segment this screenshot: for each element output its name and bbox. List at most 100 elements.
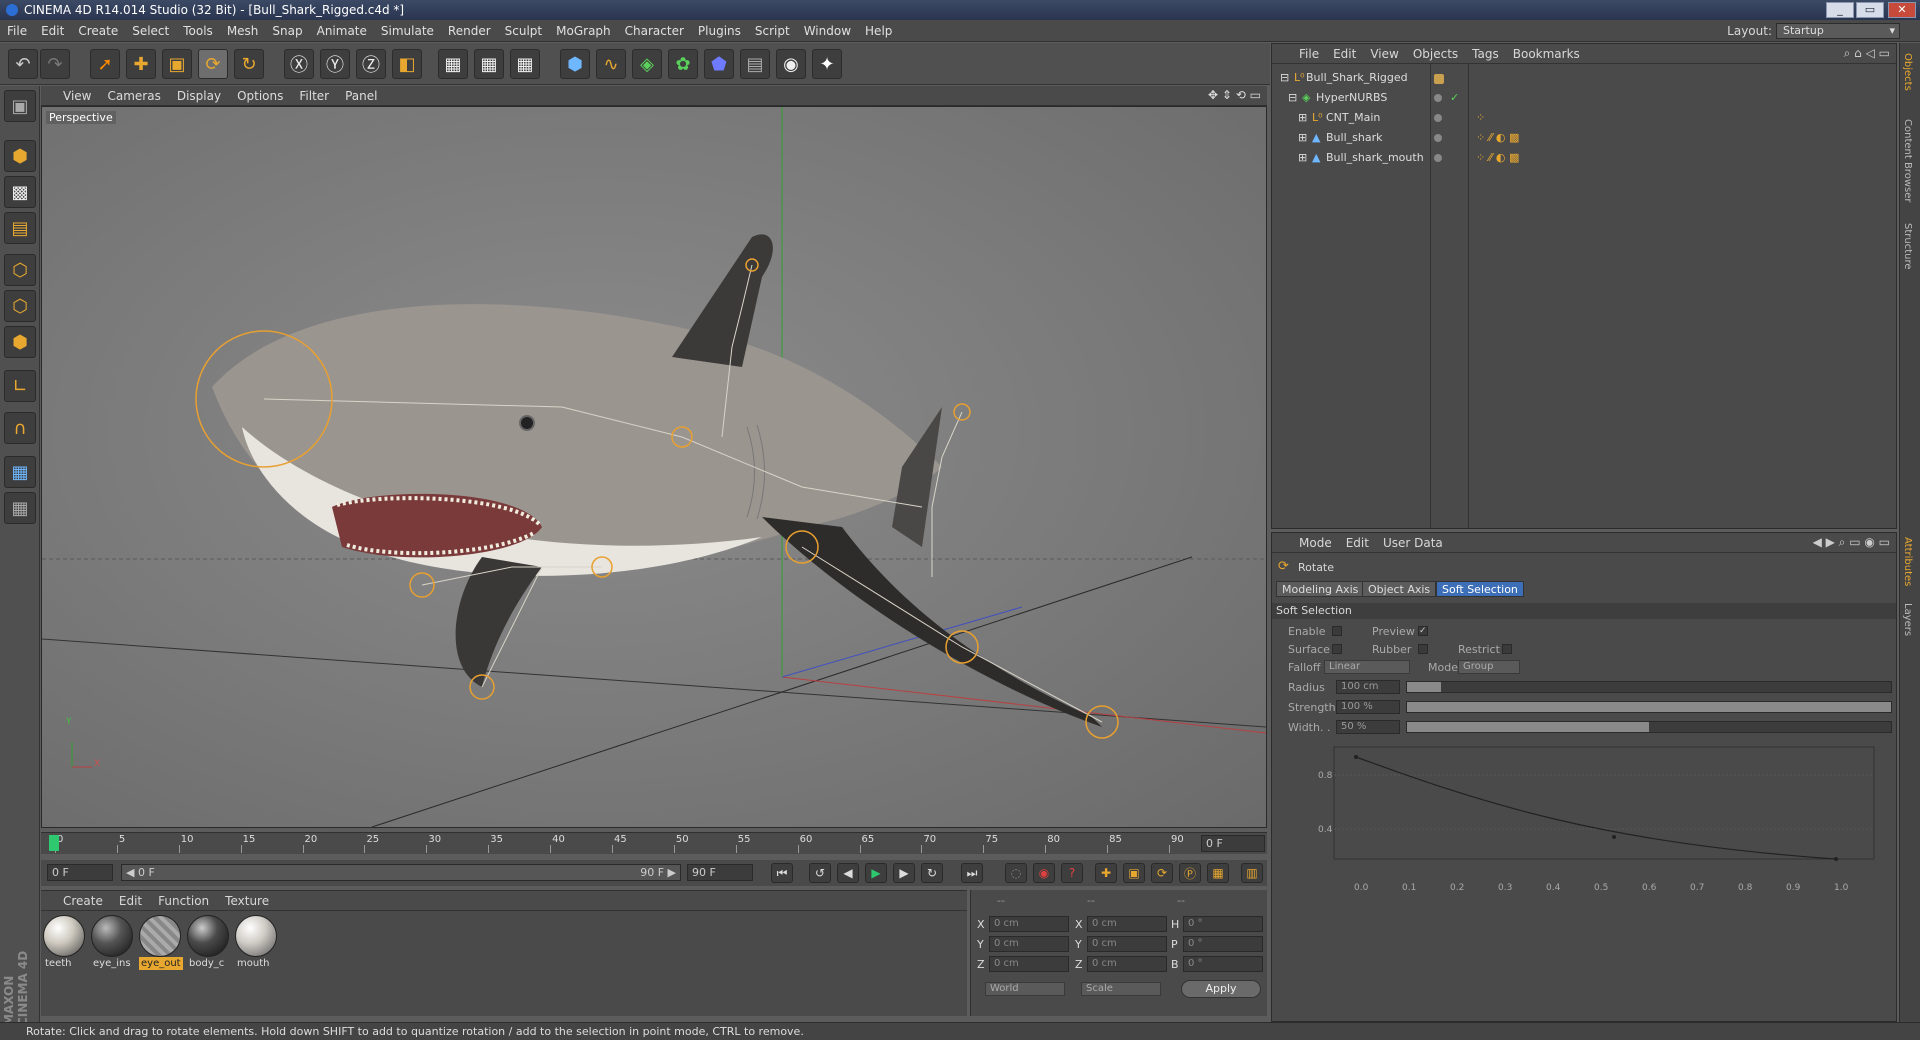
z-axis-lock-icon[interactable]: Ⓩ [356,49,386,79]
camera-icon[interactable]: ◉ [776,49,806,79]
end-frame-field[interactable]: 90 F [687,864,753,881]
recent-tool-icon[interactable]: ↻ [234,49,264,79]
tag-icons[interactable]: ⁘ ⁄⁄ ◐ ▩ [1476,151,1519,164]
radius-slider[interactable] [1406,681,1892,693]
object-menu-edit[interactable]: Edit [1326,44,1363,64]
material-menu-create[interactable]: Create [55,891,111,911]
coord-y-position[interactable]: 0 cm [989,936,1069,952]
restrict-checkbox[interactable] [1502,644,1512,654]
axis-mode-icon[interactable]: ∟ [4,370,36,402]
record-keys-icon[interactable]: ◌ [1005,863,1027,883]
menu-select[interactable]: Select [125,20,176,42]
redo-icon[interactable]: ↷ [40,49,70,79]
object-search-icon[interactable]: ⌕ ⌂ ◁ ▭ [1844,46,1890,61]
menu-mesh[interactable]: Mesh [220,20,266,42]
visibility-dot-icon[interactable] [1434,94,1442,102]
range-slider[interactable]: ◀ 0 F 90 F ▶ [121,864,681,881]
model-mode-icon[interactable]: ⬢ [4,140,36,172]
goto-end-icon[interactable]: ⏭ [961,863,983,883]
render-to-picture-viewer-icon[interactable]: ▦ [474,49,504,79]
layer-color-icon[interactable] [1434,74,1444,84]
nurbs-icon[interactable]: ◈ [632,49,662,79]
tag-icons[interactable]: ⁘ ⁄⁄ ◐ ▩ [1476,131,1519,144]
falloff-dropdown[interactable]: Linear [1324,660,1410,674]
menu-mograph[interactable]: MoGraph [549,20,618,42]
menu-script[interactable]: Script [748,20,797,42]
material-teeth[interactable]: teeth [43,915,87,973]
edges-mode-icon[interactable]: ⬡ [4,290,36,322]
menu-render[interactable]: Render [441,20,498,42]
enabled-check-icon[interactable]: ✓ [1450,91,1459,104]
deformer-icon[interactable]: ⬟ [704,49,734,79]
width-field[interactable]: 50 % [1336,720,1400,734]
object-menu-objects[interactable]: Objects [1406,44,1465,64]
tab-layers-vertical[interactable]: Layers [1902,603,1913,636]
tab-attributes-vertical[interactable]: Attributes [1902,537,1913,586]
next-frame-icon[interactable]: ▶ [893,863,915,883]
coord-x-position[interactable]: 0 cm [989,916,1069,932]
scale-tool-icon[interactable]: ▣ [162,49,192,79]
attribute-menu-user-data[interactable]: User Data [1376,533,1450,553]
menu-tools[interactable]: Tools [176,20,220,42]
next-key-icon[interactable]: ↻ [921,863,943,883]
scene-floor-icon[interactable]: ▤ [740,49,770,79]
start-frame-field[interactable]: 0 F [47,864,113,881]
menu-sculpt[interactable]: Sculpt [498,20,549,42]
enable-checkbox[interactable] [1332,626,1342,636]
workplane-mode-icon[interactable]: ▤ [4,212,36,244]
tab-content-browser-vertical[interactable]: Content Browser [1902,119,1913,202]
goto-start-icon[interactable]: ⏮ [771,863,793,883]
live-selection-icon[interactable]: ➚ [90,49,120,79]
width-slider[interactable] [1406,721,1892,733]
current-frame-field[interactable]: 0 F [1201,835,1265,852]
menu-plugins[interactable]: Plugins [691,20,748,42]
prev-key-icon[interactable]: ↺ [809,863,831,883]
close-button[interactable]: ✕ [1888,2,1916,18]
tab-object-axis[interactable]: Object Axis [1362,581,1437,597]
key-scale-icon[interactable]: ▣ [1123,863,1145,883]
attribute-nav-icons[interactable]: ◀ ▶ ⌕ ▭ ◉ ▭ [1813,535,1890,550]
key-pla-icon[interactable]: ▦ [1207,863,1229,883]
apply-button[interactable]: Apply [1181,980,1261,998]
autokey-icon[interactable]: ◉ [1033,863,1055,883]
undo-icon[interactable]: ↶ [8,49,38,79]
viewport-menu-filter[interactable]: Filter [291,86,337,106]
viewport-menu-cameras[interactable]: Cameras [99,86,168,106]
rotate-tool-icon[interactable]: ⟳ [198,49,228,79]
key-move-icon[interactable]: ✚ [1095,863,1117,883]
visibility-dot-icon[interactable] [1434,114,1442,122]
material-body-c[interactable]: body_c [187,915,231,973]
render-view-icon[interactable]: ▦ [438,49,468,79]
object-row-bull-shark-mouth[interactable]: ⊞ ▲ Bull_shark_mouth ⁘ ⁄⁄ ◐ ▩ [1272,148,1896,168]
coord-b-rotation[interactable]: 0 ° [1183,956,1263,972]
visibility-dot-icon[interactable] [1434,134,1442,142]
playhead[interactable] [49,835,59,851]
maximize-button[interactable]: ▭ [1856,2,1884,18]
expand-icon[interactable]: ⊞ [1298,151,1307,164]
timeline-window-icon[interactable]: ▥ [1241,863,1263,883]
object-row-bull-shark[interactable]: ⊞ ▲ Bull_shark ⁘ ⁄⁄ ◐ ▩ [1272,128,1896,148]
viewport-menu-display[interactable]: Display [169,86,229,106]
viewport-menu-options[interactable]: Options [229,86,291,106]
material-menu-texture[interactable]: Texture [217,891,277,911]
menu-simulate[interactable]: Simulate [374,20,441,42]
coordinate-system-icon[interactable]: ◧ [392,49,422,79]
spline-icon[interactable]: ∿ [596,49,626,79]
render-settings-icon[interactable]: ▦ [510,49,540,79]
preview-checkbox[interactable]: ✓ [1418,626,1428,636]
tab-modeling-axis[interactable]: Modeling Axis [1276,581,1365,597]
material-menu-function[interactable]: Function [150,891,217,911]
strength-slider[interactable] [1406,701,1892,713]
object-row-hypernurbs[interactable]: ⊟ ◈ HyperNURBS ✓ [1272,88,1896,108]
object-menu-bookmarks[interactable]: Bookmarks [1506,44,1587,64]
menu-snap[interactable]: Snap [265,20,309,42]
menu-file[interactable]: File [0,20,34,42]
menu-help[interactable]: Help [858,20,899,42]
layout-dropdown[interactable]: Startup ▾ [1776,23,1900,39]
prev-frame-icon[interactable]: ◀ [837,863,859,883]
snap-icon[interactable]: ∩ [4,412,36,444]
cube-object-icon[interactable]: ⬢ [560,49,590,79]
light-icon[interactable]: ✦ [812,49,842,79]
expand-icon[interactable]: ⊟ [1288,91,1297,104]
menu-character[interactable]: Character [618,20,691,42]
